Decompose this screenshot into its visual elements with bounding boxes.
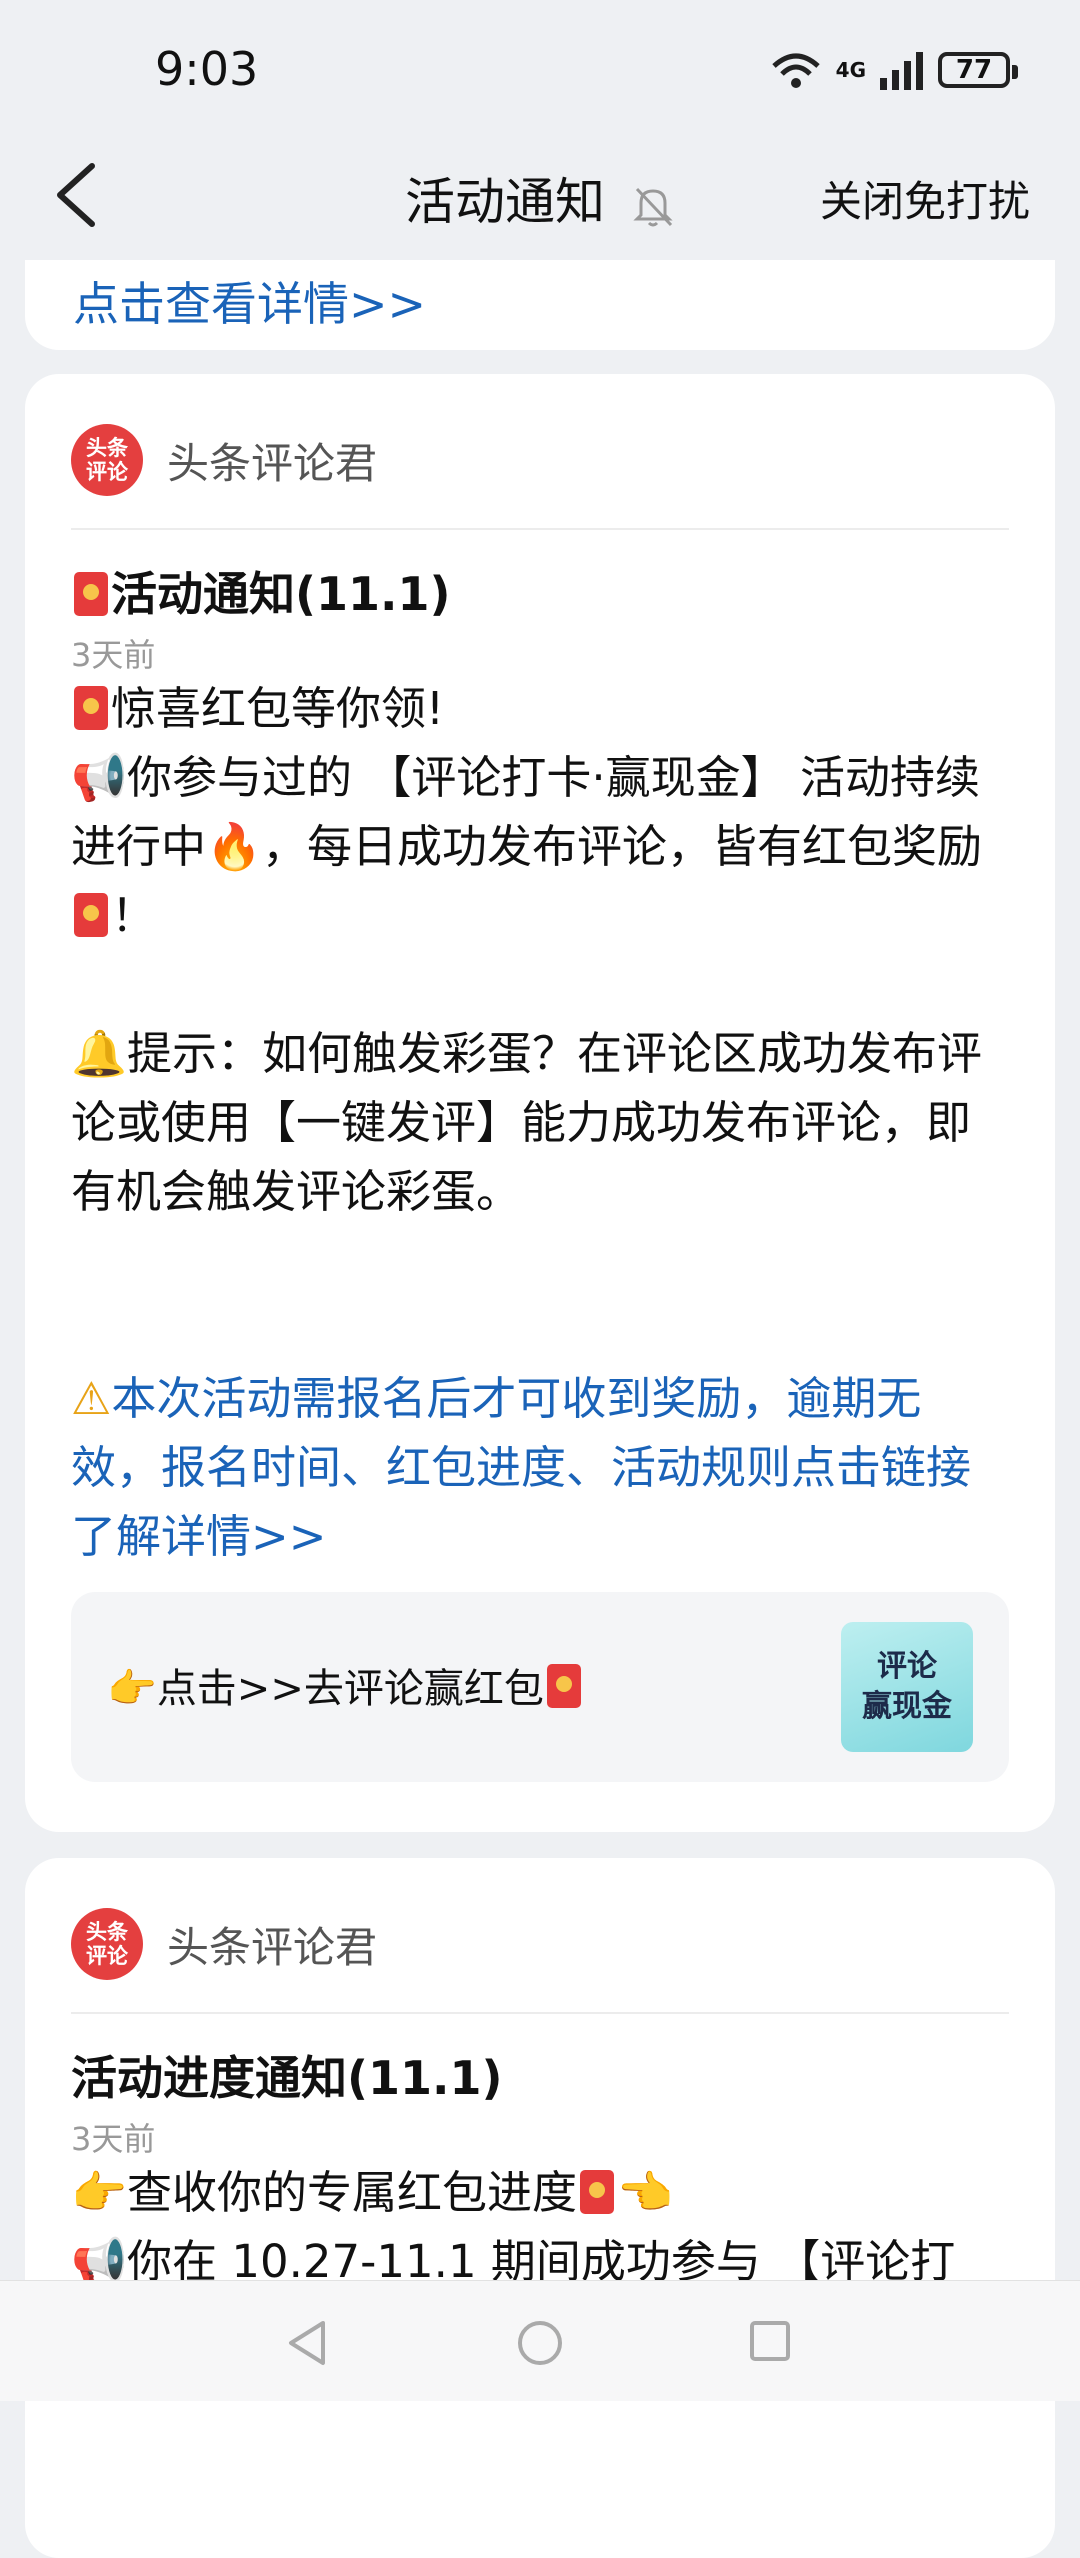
disable-do-not-disturb-button[interactable]: 关闭免打扰	[820, 168, 1030, 229]
navigation-bar: 活动通知 关闭免打扰	[0, 130, 1080, 260]
warning-icon: ⚠	[71, 1372, 112, 1425]
view-details-link[interactable]: 点击查看详情>>	[73, 268, 426, 334]
divider	[71, 2012, 1009, 2014]
action-label: 点击>>去评论赢红包	[156, 1666, 544, 1712]
pointing-hand-left-icon: 👈	[617, 2166, 674, 2219]
message-title-text: 活动通知(11.1)	[111, 567, 451, 621]
home-circle-icon[interactable]	[516, 2319, 564, 2367]
fire-icon: 🔥	[206, 820, 263, 873]
thumbnail-text-top: 评论	[877, 1649, 937, 1684]
recents-square-icon[interactable]	[748, 2319, 792, 2363]
message-title: 活动通知(11.1)	[71, 558, 451, 624]
battery-icon: 77	[938, 52, 1018, 88]
red-envelope-icon	[546, 1664, 581, 1708]
activity-notice-link[interactable]: ⚠本次活动需报名后才可收到奖励，逾期无效，报名时间、红包进度、活动规则点击链接了…	[71, 1364, 1009, 1571]
comment-cash-thumbnail: 评论 赢现金	[841, 1622, 973, 1752]
bell-icon: 🔔	[71, 1027, 128, 1080]
message-card-previous: 点击查看详情>>	[25, 260, 1055, 350]
megaphone-icon: 📢	[71, 751, 128, 804]
red-envelope-icon	[74, 893, 108, 937]
divider	[71, 528, 1009, 530]
red-envelope-icon	[580, 2170, 615, 2214]
avatar-text-bottom: 评论	[86, 1944, 128, 1968]
avatar-text-bottom: 评论	[86, 460, 128, 484]
sender-row[interactable]: 头条 评论 头条评论君	[71, 1908, 377, 1980]
battery-level: 77	[955, 55, 993, 85]
thumbnail-text-bottom: 赢现金	[862, 1689, 952, 1724]
sender-name[interactable]: 头条评论君	[167, 430, 377, 491]
body-line-end: ！	[111, 889, 157, 942]
comment-reward-action-card[interactable]: 👉点击>>去评论赢红包 评论 赢现金	[71, 1592, 1009, 1782]
red-envelope-icon	[74, 686, 108, 730]
message-title: 活动进度通知(11.1)	[71, 2051, 503, 2105]
pointing-hand-icon: 👉	[107, 1666, 157, 1712]
message-body: 惊喜红包等你领! 📢你参与过的 【评论打卡·赢现金】 活动持续进行中🔥，每日成功…	[71, 674, 1009, 1571]
status-time: 9:03	[155, 42, 259, 96]
message-time: 3天前	[71, 2120, 156, 2158]
action-text: 👉点击>>去评论赢红包	[107, 1656, 584, 1714]
body-line-reward: ，每日成功发布评论，皆有红包奖励	[262, 820, 983, 873]
pointing-hand-icon: 👉	[71, 2166, 128, 2219]
body-tip: 提示：如何触发彩蛋？在评论区成功发布评论或使用【一键发评】能力成功发布评论，即有…	[71, 1027, 983, 1218]
sender-name[interactable]: 头条评论君	[167, 1914, 377, 1975]
activity-notice-text: 本次活动需报名后才可收到奖励，逾期无效，报名时间、红包进度、活动规则点击链接了解…	[71, 1372, 972, 1563]
message-card: 头条 评论 头条评论君 活动进度通知(11.1) 3天前 👉查收你的专属红包进度…	[25, 1858, 1055, 2558]
sender-avatar[interactable]: 头条 评论	[71, 424, 143, 496]
status-bar: 9:03 4G 77	[0, 0, 1080, 130]
status-icons: 4G 77	[770, 50, 1018, 90]
back-triangle-icon[interactable]	[285, 2319, 329, 2367]
avatar-text-top: 头条	[86, 436, 128, 460]
message-card: 头条 评论 头条评论君 活动通知(11.1) 3天前 惊喜红包等你领! 📢你参与…	[25, 374, 1055, 1832]
message-time: 3天前	[71, 636, 156, 674]
system-navigation-bar	[0, 2280, 1080, 2401]
wifi-icon	[771, 53, 820, 88]
message-body: 👉查收你的专属红包进度 👈 📢你在 10.27-11.1 期间成功参与 【评论打	[71, 2158, 1009, 2296]
sender-row[interactable]: 头条 评论 头条评论君	[71, 424, 377, 496]
muted-bell-icon	[633, 187, 673, 226]
signal-icon	[880, 52, 923, 90]
red-envelope-icon	[74, 572, 108, 616]
page-title-text: 活动通知	[405, 173, 606, 231]
avatar-text-top: 头条	[86, 1920, 128, 1944]
body-line-progress: 查收你的专属红包进度	[127, 2166, 578, 2219]
sender-avatar[interactable]: 头条 评论	[71, 1908, 143, 1980]
body-line-greeting: 惊喜红包等你领!	[111, 682, 445, 735]
network-type: 4G	[835, 58, 866, 82]
